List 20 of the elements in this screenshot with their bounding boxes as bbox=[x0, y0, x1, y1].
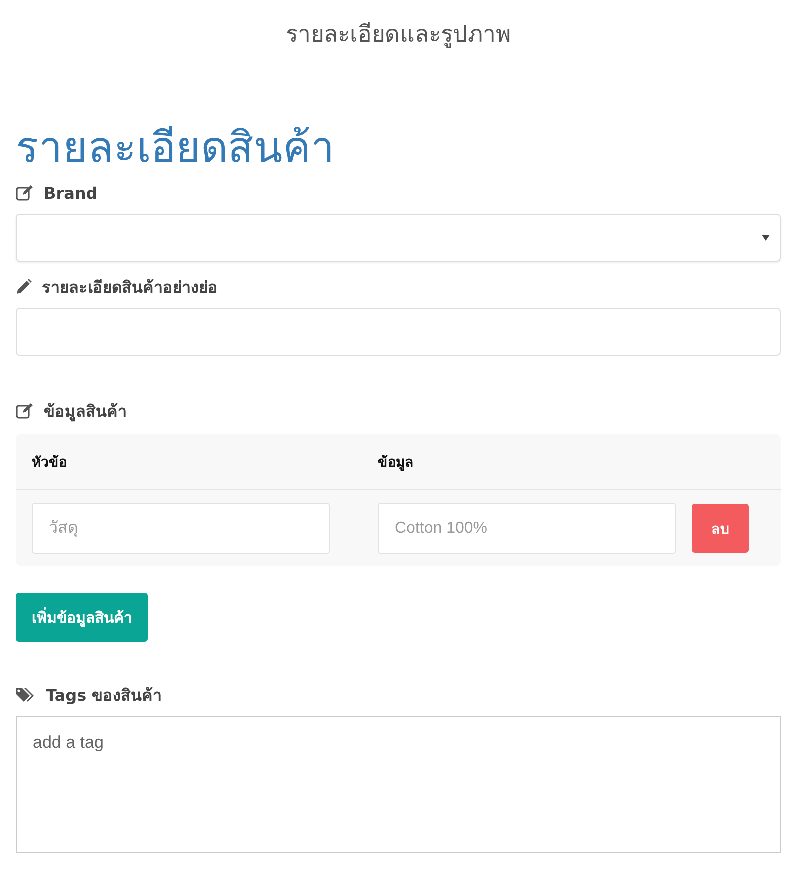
page-title: รายละเอียดและรูปภาพ bbox=[285, 21, 512, 50]
tags-icon bbox=[16, 687, 36, 703]
add-button[interactable]: เพิ่มข้อมูลสินค้า bbox=[16, 593, 148, 642]
edit-icon bbox=[16, 403, 34, 419]
input-field[interactable]: วัสดุ bbox=[32, 503, 330, 554]
column-header: ข้อมูล bbox=[377, 454, 415, 472]
caret-icon bbox=[762, 235, 770, 241]
tags-field[interactable]: add a tag bbox=[16, 716, 781, 853]
field-label: Tags ของสินค้า bbox=[46, 684, 162, 706]
field-label: รายละเอียดสินค้าอย่างย่อ bbox=[42, 276, 218, 298]
brand-select[interactable] bbox=[16, 214, 781, 262]
field-label: ข้อมูลสินค้า bbox=[44, 400, 127, 424]
edit-icon bbox=[16, 185, 34, 201]
pencil-icon bbox=[16, 279, 32, 295]
column-header: หัวข้อ bbox=[31, 454, 68, 472]
input-field[interactable] bbox=[16, 308, 781, 356]
field-label: Brand bbox=[44, 184, 98, 202]
delete-button[interactable]: ลบ bbox=[692, 504, 749, 553]
section-heading: รายละเอียดสินค้า bbox=[16, 122, 336, 174]
input-field[interactable]: Cotton 100% bbox=[378, 503, 676, 554]
